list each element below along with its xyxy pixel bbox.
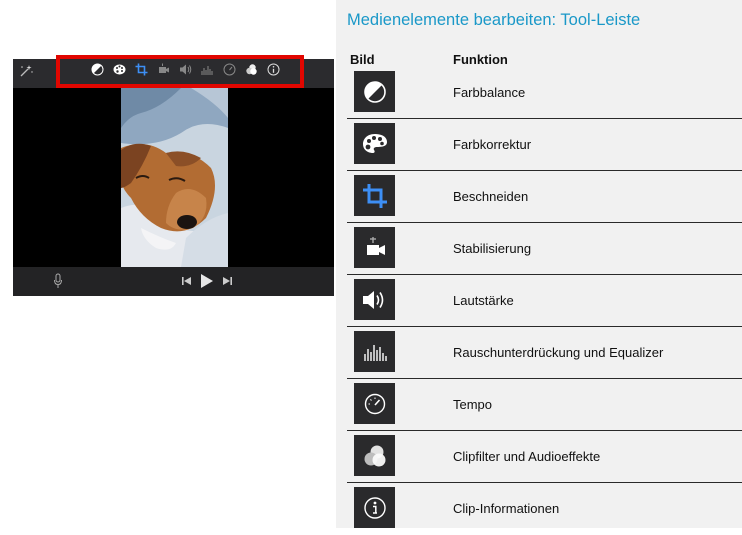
table-row: Stabilisierung xyxy=(347,223,742,275)
skip-forward-icon[interactable] xyxy=(223,276,232,286)
color-balance-icon xyxy=(354,71,395,112)
table-row: Beschneiden xyxy=(347,171,742,223)
magic-wand-icon[interactable] xyxy=(19,64,33,78)
speedometer-icon xyxy=(354,383,395,424)
toolbar-reference-panel: Medienelemente bearbeiten: Tool-Leiste B… xyxy=(336,0,742,528)
play-icon[interactable] xyxy=(201,274,213,288)
table-row: Clip-Informationen xyxy=(347,483,742,535)
table-row: Rauschunterdrückung und Equalizer xyxy=(347,327,742,379)
table-row: Lautstärke xyxy=(347,275,742,327)
row-label: Farbbalance xyxy=(453,85,526,100)
row-label: Clip-Informationen xyxy=(453,501,560,516)
row-label: Beschneiden xyxy=(453,189,529,204)
row-label: Tempo xyxy=(453,397,493,412)
clip-filter-icon xyxy=(354,435,395,476)
stabilization-camera-icon xyxy=(354,227,395,268)
table-row: Tempo xyxy=(347,379,742,431)
column-header-image: Bild xyxy=(350,52,375,67)
video-viewer xyxy=(13,59,334,296)
skip-back-icon[interactable] xyxy=(182,276,191,286)
row-label: Rauschunterdrückung und Equalizer xyxy=(453,345,664,360)
microphone-icon[interactable] xyxy=(53,273,63,289)
panel-title: Medienelemente bearbeiten: Tool-Leiste xyxy=(347,11,641,29)
row-label: Lautstärke xyxy=(453,293,514,308)
crop-icon xyxy=(354,175,395,216)
row-label: Clipfilter und Audioeffekte xyxy=(453,449,601,464)
color-palette-icon xyxy=(354,123,395,164)
table-row: Farbkorrektur xyxy=(347,119,742,171)
video-frame-dog xyxy=(121,88,228,267)
info-icon xyxy=(354,487,395,528)
dog-photo xyxy=(121,88,228,267)
toolbar-highlight-frame xyxy=(56,55,304,88)
volume-icon xyxy=(354,279,395,320)
column-header-function: Funktion xyxy=(453,52,508,67)
equalizer-icon xyxy=(354,331,395,372)
table-row: Clipfilter und Audioeffekte xyxy=(347,431,742,483)
row-label: Stabilisierung xyxy=(453,241,532,256)
row-label: Farbkorrektur xyxy=(453,137,532,152)
viewer-controls xyxy=(13,267,334,296)
table-row: Farbbalance xyxy=(347,67,742,119)
